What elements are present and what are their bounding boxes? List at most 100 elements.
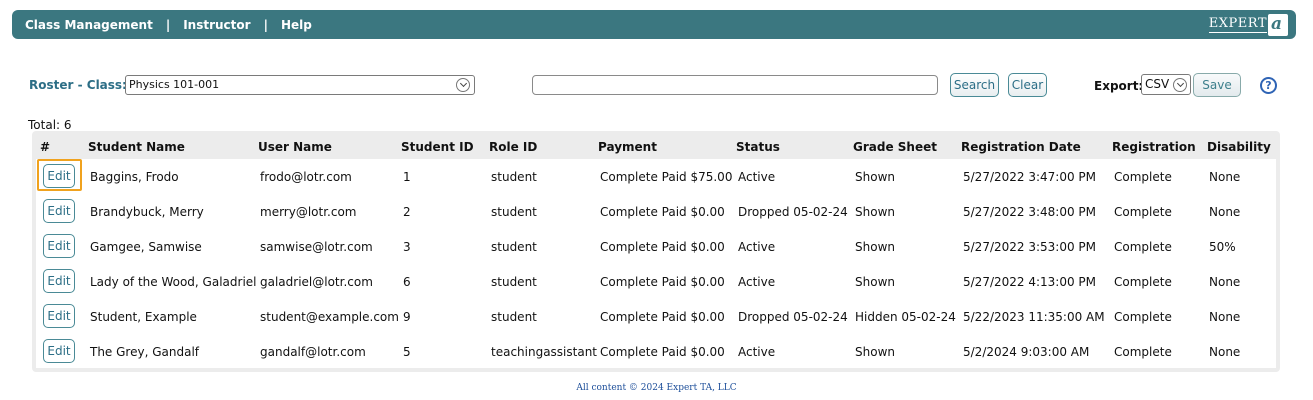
cell-grade-sheet: Hidden 05-02-24 bbox=[855, 310, 956, 324]
cell-grade-sheet: Shown bbox=[855, 240, 895, 254]
cell-registration-date: 5/27/2022 3:47:00 PM bbox=[963, 170, 1097, 184]
column-header-number: # bbox=[40, 140, 51, 154]
column-header-payment: Payment bbox=[598, 140, 657, 154]
search-button[interactable]: Search bbox=[950, 73, 999, 97]
cell-payment: Complete Paid $0.00 bbox=[600, 275, 725, 289]
cell-registration: Complete bbox=[1114, 275, 1172, 289]
cell-role-id: student bbox=[491, 205, 537, 219]
cell-disability: 50% bbox=[1209, 240, 1236, 254]
search-input[interactable] bbox=[532, 75, 938, 95]
roster-table: # Student Name User Name Student ID Role… bbox=[32, 131, 1280, 372]
logo-mark-letter: a bbox=[1271, 13, 1283, 34]
cell-disability: None bbox=[1209, 345, 1241, 359]
cell-disability: None bbox=[1209, 275, 1241, 289]
table-row: Edit Baggins, Frodo frodo@lotr.com 1 stu… bbox=[36, 159, 1276, 194]
table-header: # Student Name User Name Student ID Role… bbox=[32, 131, 1280, 159]
cell-student-id: 5 bbox=[403, 345, 411, 359]
cell-role-id: student bbox=[491, 310, 537, 324]
cell-status: Active bbox=[738, 240, 776, 254]
table-row: Edit Lady of the Wood, Galadriel galadri… bbox=[36, 264, 1276, 299]
help-icon[interactable]: ? bbox=[1260, 77, 1277, 94]
cell-student-name: Student, Example bbox=[90, 310, 197, 324]
edit-button[interactable]: Edit bbox=[43, 164, 75, 188]
cell-role-id: teachingassistant bbox=[491, 345, 598, 359]
edit-button[interactable]: Edit bbox=[43, 234, 75, 258]
cell-status: Active bbox=[738, 275, 776, 289]
cell-user-name: gandalf@lotr.com bbox=[260, 345, 366, 359]
cell-disability: None bbox=[1209, 205, 1241, 219]
export-format-select[interactable]: CSV bbox=[1141, 74, 1191, 95]
clear-button[interactable]: Clear bbox=[1008, 73, 1047, 97]
table-row: Edit Brandybuck, Merry merry@lotr.com 2 … bbox=[36, 194, 1276, 229]
cell-grade-sheet: Shown bbox=[855, 275, 895, 289]
cell-student-id: 9 bbox=[403, 310, 411, 324]
cell-student-name: Lady of the Wood, Galadriel bbox=[90, 275, 257, 289]
cell-role-id: student bbox=[491, 240, 537, 254]
total-count: Total: 6 bbox=[28, 118, 72, 132]
cell-user-name: merry@lotr.com bbox=[260, 205, 357, 219]
table-row: Edit Gamgee, Samwise samwise@lotr.com 3 … bbox=[36, 229, 1276, 264]
save-button[interactable]: Save bbox=[1193, 73, 1241, 97]
top-nav-bar: Class Management | Instructor | Help EXP… bbox=[12, 10, 1296, 39]
chevron-down-icon[interactable] bbox=[1173, 78, 1187, 92]
cell-registration: Complete bbox=[1114, 345, 1172, 359]
cell-grade-sheet: Shown bbox=[855, 345, 895, 359]
cell-status: Dropped 05-02-24 bbox=[738, 310, 848, 324]
cell-registration-date: 5/2/2024 9:03:00 AM bbox=[963, 345, 1090, 359]
cell-registration-date: 5/27/2022 3:48:00 PM bbox=[963, 205, 1097, 219]
cell-status: Dropped 05-02-24 bbox=[738, 205, 848, 219]
column-header-status: Status bbox=[736, 140, 780, 154]
column-header-registration-date: Registration Date bbox=[961, 140, 1081, 154]
column-header-role-id: Role ID bbox=[489, 140, 538, 154]
cell-status: Active bbox=[738, 170, 776, 184]
nav-instructor[interactable]: Instructor bbox=[183, 18, 250, 32]
table-row: Edit The Grey, Gandalf gandalf@lotr.com … bbox=[36, 334, 1276, 369]
column-header-disability: Disability bbox=[1207, 140, 1271, 154]
cell-registration-date: 5/27/2022 4:13:00 PM bbox=[963, 275, 1097, 289]
table-body: Edit Baggins, Frodo frodo@lotr.com 1 stu… bbox=[36, 159, 1276, 368]
nav-separator: | bbox=[165, 17, 171, 32]
roster-class-label: Roster - Class: bbox=[29, 78, 127, 92]
cell-registration-date: 5/27/2022 3:53:00 PM bbox=[963, 240, 1097, 254]
cell-registration: Complete bbox=[1114, 240, 1172, 254]
cell-student-id: 1 bbox=[403, 170, 411, 184]
cell-student-name: Gamgee, Samwise bbox=[90, 240, 202, 254]
cell-payment: Complete Paid $0.00 bbox=[600, 205, 725, 219]
column-header-student-name: Student Name bbox=[88, 140, 185, 154]
nav-help[interactable]: Help bbox=[281, 18, 312, 32]
cell-registration: Complete bbox=[1114, 170, 1172, 184]
cell-user-name: samwise@lotr.com bbox=[260, 240, 373, 254]
cell-registration-date: 5/22/2023 11:35:00 AM bbox=[963, 310, 1105, 324]
cell-disability: None bbox=[1209, 170, 1241, 184]
class-select[interactable]: Physics 101-001 bbox=[125, 75, 475, 95]
cell-student-id: 3 bbox=[403, 240, 411, 254]
footer-copyright: All content © 2024 Expert TA, LLC bbox=[576, 383, 737, 393]
column-header-registration: Registration bbox=[1112, 140, 1196, 154]
edit-button[interactable]: Edit bbox=[43, 199, 75, 223]
cell-payment: Complete Paid $75.00 bbox=[600, 170, 733, 184]
edit-button[interactable]: Edit bbox=[43, 339, 75, 363]
edit-button[interactable]: Edit bbox=[43, 304, 75, 328]
edit-button[interactable]: Edit bbox=[43, 269, 75, 293]
table-row: Edit Student, Example student@example.co… bbox=[36, 299, 1276, 334]
export-format-value: CSV bbox=[1145, 77, 1170, 91]
cell-registration: Complete bbox=[1114, 310, 1172, 324]
cell-user-name: frodo@lotr.com bbox=[260, 170, 352, 184]
cell-student-name: Baggins, Frodo bbox=[90, 170, 179, 184]
cell-student-name: Brandybuck, Merry bbox=[90, 205, 204, 219]
logo-mark-icon: a bbox=[1268, 13, 1288, 36]
cell-disability: None bbox=[1209, 310, 1241, 324]
cell-status: Active bbox=[738, 345, 776, 359]
cell-role-id: student bbox=[491, 170, 537, 184]
cell-registration: Complete bbox=[1114, 205, 1172, 219]
expert-ta-logo: EXPERT a bbox=[1208, 13, 1288, 36]
cell-payment: Complete Paid $0.00 bbox=[600, 345, 725, 359]
nav-class-management[interactable]: Class Management bbox=[25, 18, 153, 32]
chevron-down-icon[interactable] bbox=[456, 78, 470, 92]
logo-text: EXPERT bbox=[1208, 15, 1267, 33]
column-header-student-id: Student ID bbox=[401, 140, 474, 154]
cell-payment: Complete Paid $0.00 bbox=[600, 240, 725, 254]
cell-student-id: 2 bbox=[403, 205, 411, 219]
cell-payment: Complete Paid $0.00 bbox=[600, 310, 725, 324]
column-header-user-name: User Name bbox=[258, 140, 332, 154]
